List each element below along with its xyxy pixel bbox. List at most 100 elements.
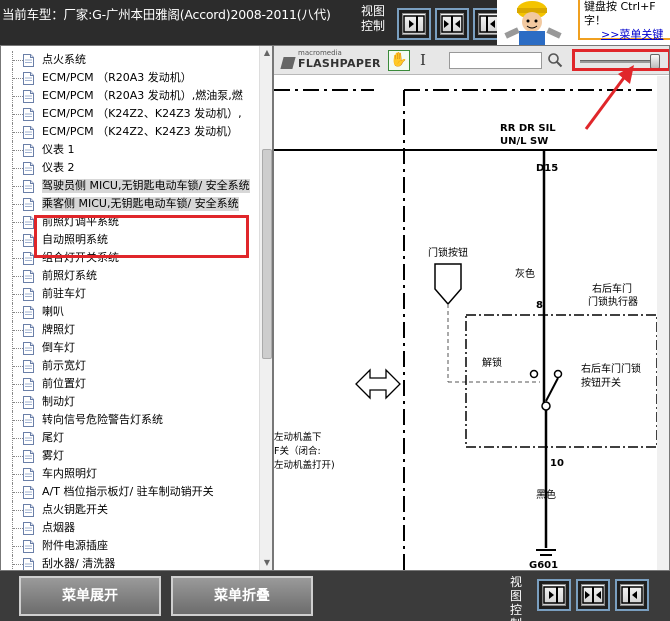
tree-item[interactable]: ECM/PCM （K24Z2、K24Z3 发动机） [1, 123, 259, 141]
diagram-label-unlock: 解锁 [482, 356, 502, 369]
tree-item[interactable]: 刮水器/ 清洗器 [1, 555, 259, 570]
tree-item[interactable]: 前照灯系统 [1, 267, 259, 285]
view-split-button-bottom[interactable] [576, 579, 610, 611]
tree-item-label: ECM/PCM （R20A3 发动机）,燃油泵,燃 [42, 89, 243, 102]
search-input[interactable] [449, 52, 542, 69]
tree-item[interactable]: 前位置灯 [1, 375, 259, 393]
document-icon [23, 72, 34, 85]
tree-item-label: 附件电源插座 [42, 539, 108, 552]
document-icon [23, 522, 34, 535]
document-icon [23, 126, 34, 139]
tree-item[interactable]: 驾驶员侧 MICU,无钥匙电动车锁/ 安全系统 [1, 177, 259, 195]
menu-collapse-button[interactable]: 菜单折叠 [171, 576, 313, 616]
tree-item[interactable]: 车内照明灯 [1, 465, 259, 483]
view-show-left-button[interactable] [397, 8, 431, 40]
document-icon [23, 288, 34, 301]
callout-arrow-icon [584, 65, 634, 130]
tree-item[interactable]: 制动灯 [1, 393, 259, 411]
tree-guide-line [13, 96, 23, 97]
tree-item[interactable]: 乘客侧 MICU,无钥匙电动车锁/ 安全系统 [1, 195, 259, 213]
tree-item[interactable]: 喇叭 [1, 303, 259, 321]
panel-split-icon [582, 586, 604, 604]
scroll-down-arrow-icon[interactable]: ▼ [260, 556, 272, 570]
document-icon [23, 450, 34, 463]
hand-tool-icon[interactable]: ✋ [388, 50, 410, 71]
diagram-label-switch-2: 按钮开关 [581, 376, 621, 389]
document-icon [23, 324, 34, 337]
tree-item[interactable]: A/T 档位指示板灯/ 驻车制动销开关 [1, 483, 259, 501]
menu-expand-button[interactable]: 菜单展开 [19, 576, 161, 616]
viewer-scrollbar[interactable] [657, 76, 669, 570]
tree-item[interactable]: 点火钥匙开关 [1, 501, 259, 519]
ad-menu-link[interactable]: >>菜单关键 [601, 26, 663, 42]
tree-item-label: 倒车灯 [42, 341, 75, 354]
diagram-label-actuator-2: 门锁执行器 [588, 295, 638, 308]
view-show-left-button-bottom[interactable] [537, 579, 571, 611]
diagram-label-gray: 灰色 [515, 267, 535, 280]
document-icon [23, 378, 34, 391]
view-control-label-bottom: 视图控制 [510, 575, 523, 621]
actuator-box [465, 314, 657, 448]
document-icon [23, 486, 34, 499]
view-show-right-button-bottom[interactable] [615, 579, 649, 611]
tree-item[interactable]: 前驻车灯 [1, 285, 259, 303]
selection-annotation-box [34, 215, 249, 258]
ad-line-1: 键盘按 Ctrl+F [584, 0, 656, 13]
tree-item-label: 驾驶员侧 MICU,无钥匙电动车锁/ 安全系统 [42, 179, 250, 193]
document-icon [23, 540, 34, 553]
text-select-icon[interactable]: I [416, 50, 430, 71]
document-icon [23, 558, 34, 570]
document-icon [23, 180, 34, 193]
tree-guide-line [12, 555, 13, 570]
macromedia-label: macromedia [298, 49, 342, 57]
tree-item[interactable]: 转向信号危险警告灯系统 [1, 411, 259, 429]
double-arrow-icon [355, 368, 401, 400]
document-icon [23, 234, 34, 247]
tree-item[interactable]: 尾灯 [1, 429, 259, 447]
tree-item[interactable]: ECM/PCM （K24Z2、K24Z3 发动机）, [1, 105, 259, 123]
tree-item[interactable]: 牌照灯 [1, 321, 259, 339]
tree-item-label: A/T 档位指示板灯/ 驻车制动销开关 [42, 485, 214, 498]
tree-guide-line [13, 222, 23, 223]
tree-item-label: 点火钥匙开关 [42, 503, 108, 516]
tree-scrollbar[interactable]: ▲ ▼ [259, 46, 272, 570]
tree-item[interactable]: ECM/PCM （R20A3 发动机）,燃油泵,燃 [1, 87, 259, 105]
switch-contact [529, 369, 539, 379]
tree-item[interactable]: 点烟器 [1, 519, 259, 537]
tree-guide-line [13, 366, 23, 367]
scroll-up-arrow-icon[interactable]: ▲ [260, 46, 272, 60]
diagram-label-left-3: 左动机盖打开) [274, 459, 335, 471]
tree-item-label: 雾灯 [42, 449, 64, 462]
tree-item[interactable]: 仪表 1 [1, 141, 259, 159]
tree-item-label: ECM/PCM （K24Z2、K24Z3 发动机）, [42, 107, 242, 120]
document-icon [23, 54, 34, 67]
view-split-button[interactable] [435, 8, 469, 40]
diagram-label-d15: D15 [536, 163, 558, 174]
tree-item[interactable]: ECM/PCM （R20A3 发动机） [1, 69, 259, 87]
document-icon [23, 360, 34, 373]
diagram-label-actuator-1: 右后车门 [592, 282, 632, 295]
search-icon[interactable] [547, 52, 563, 68]
diagram-label-unl: UN/L SW [500, 136, 548, 147]
tree-item-label: 前示宽灯 [42, 359, 86, 372]
diagram-label-lock-button: 门锁按钮 [428, 246, 468, 259]
panel-split-icon [441, 15, 463, 33]
tree-item[interactable]: 附件电源插座 [1, 537, 259, 555]
tree-item-label: 喇叭 [42, 305, 64, 318]
tree-item-label: 车内照明灯 [42, 467, 97, 480]
tree-item-label: 前照灯系统 [42, 269, 97, 282]
wiring-diagram: RR DR SIL UN/L SW D15 灰色 8 门锁按钮 右后车门 门锁执… [274, 89, 657, 570]
tree-item-label: 尾灯 [42, 431, 64, 444]
switch-contact [553, 369, 563, 379]
tree-item[interactable]: 倒车灯 [1, 339, 259, 357]
tree-item[interactable]: 雾灯 [1, 447, 259, 465]
diagram-label-left-1: 左动机盖下 [274, 431, 322, 443]
flashpaper-label: FLASHPAPER [298, 57, 381, 70]
tree-scroll-thumb[interactable] [262, 149, 272, 359]
tree-item[interactable]: 仪表 2 [1, 159, 259, 177]
tree-item[interactable]: 前示宽灯 [1, 357, 259, 375]
tree-guide-line [13, 276, 23, 277]
tree-item[interactable]: 点火系统 [1, 51, 259, 69]
view-control-label: 视图控制 [361, 4, 386, 33]
document-icon [23, 252, 34, 265]
